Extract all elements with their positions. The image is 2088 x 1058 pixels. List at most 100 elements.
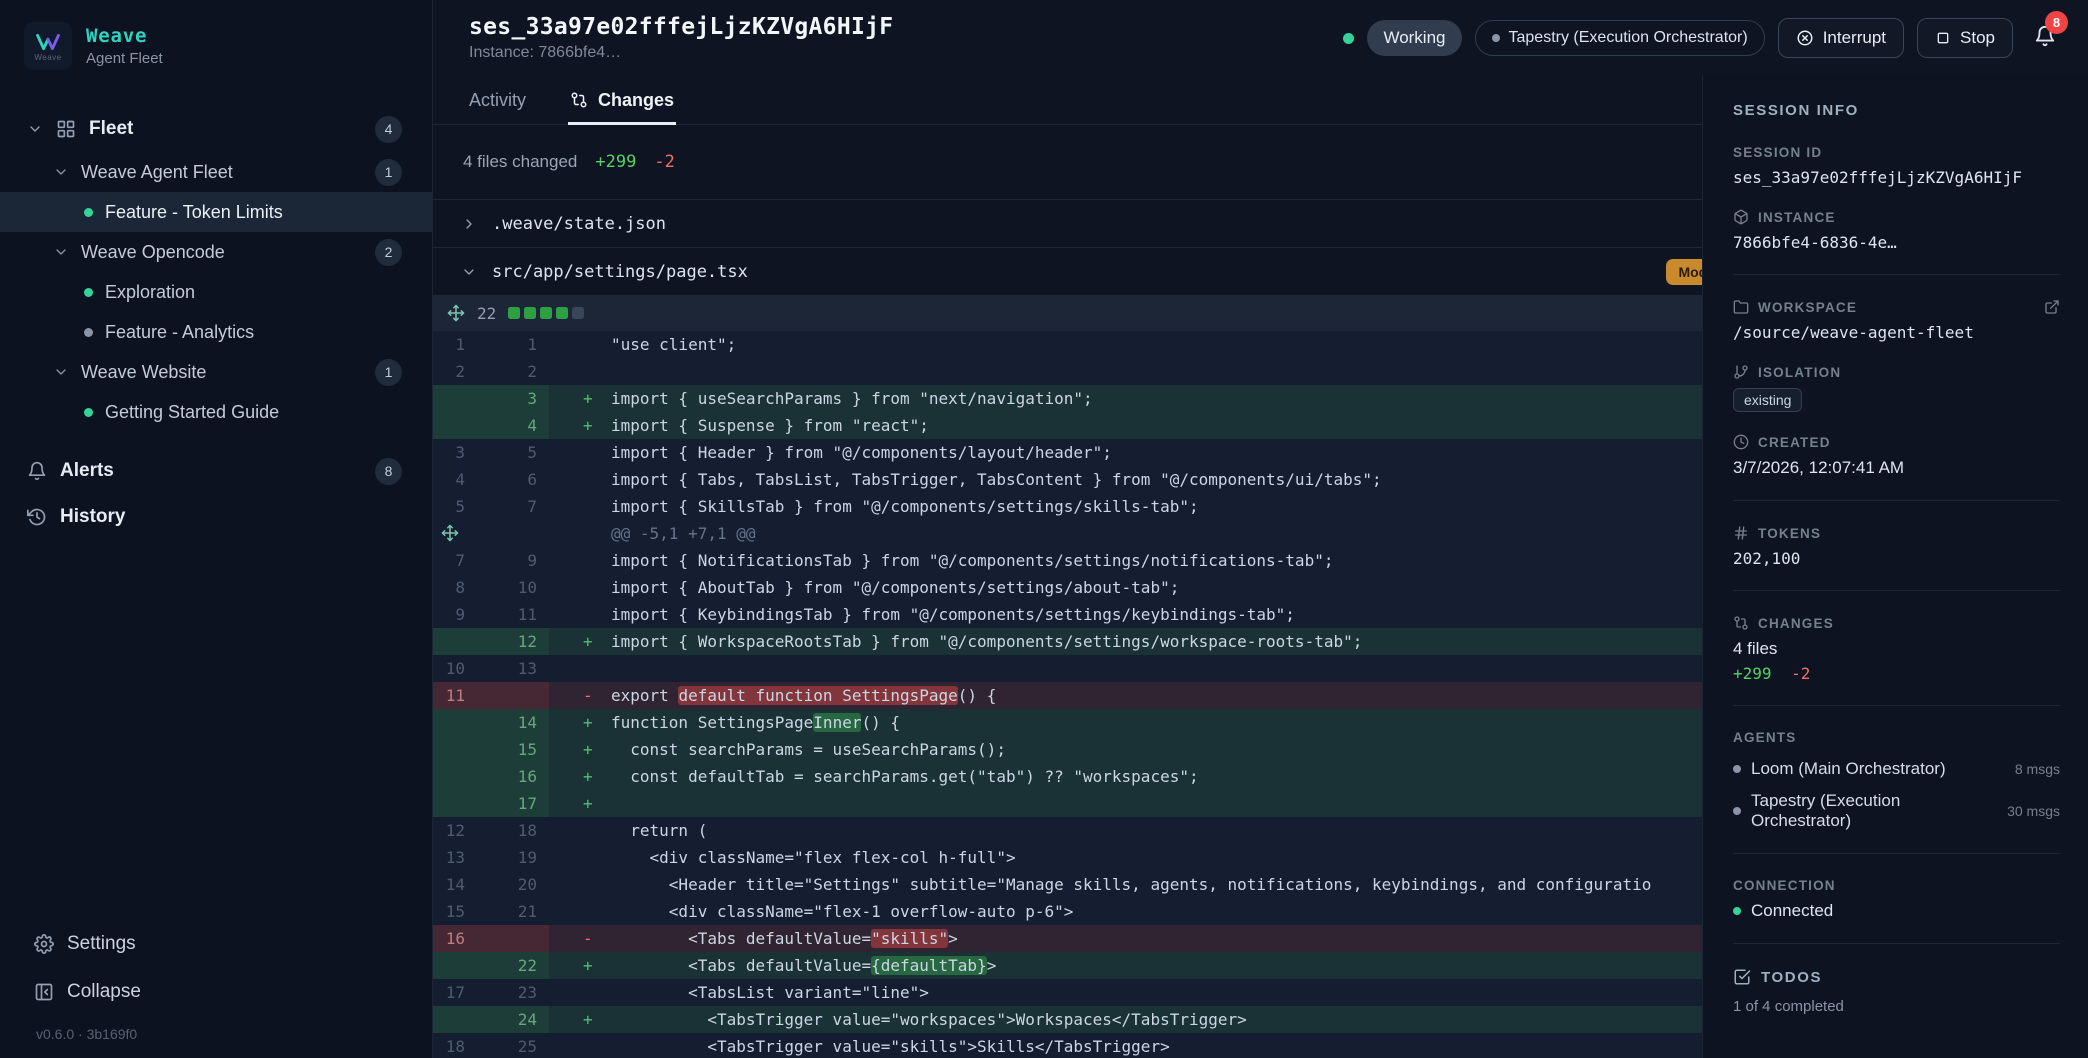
connection-value: Connected [1751, 901, 1833, 921]
instance-value: 7866bfe4-6836-4e… [1733, 233, 2060, 252]
folder-icon [1733, 299, 1749, 315]
notifications-bell[interactable]: 8 [2034, 25, 2060, 51]
chevron-down-icon[interactable] [53, 244, 69, 260]
sidebar-item-label: Feature - Token Limits [105, 202, 283, 223]
file-name: src/app/settings/page.tsx [492, 262, 748, 282]
old-line-number: 16 [433, 925, 477, 952]
divider [1733, 853, 2060, 854]
status-dot [84, 408, 93, 417]
session-info-title: SESSION INFO [1733, 102, 2060, 119]
chevron-down-icon[interactable] [53, 164, 69, 180]
new-line-number: 7 [477, 493, 549, 520]
diff-line-ctx: 35import { Header } from "@/components/l… [433, 439, 1702, 466]
tabs-bar: Activity Changes [433, 76, 1702, 125]
sidebar-item-label: Getting Started Guide [105, 402, 279, 423]
sidebar-item-history[interactable]: History [0, 494, 432, 540]
diff-stat-square [556, 307, 568, 319]
weave-logo: Weave [24, 22, 72, 70]
move-icon[interactable] [441, 524, 459, 542]
changes-deletions: -2 [1791, 664, 1810, 683]
diff-stat-square [508, 307, 520, 319]
diff-line-ctx: 1319 <div className="flex flex-col h-ful… [433, 844, 1702, 871]
diff-line-add: 15+ const searchParams = useSearchParams… [433, 736, 1702, 763]
field-changes: CHANGES 4 files +299 -2 [1733, 615, 2060, 683]
stop-button[interactable]: Stop [1917, 18, 2013, 58]
sidebar-item[interactable]: Feature - Token Limits [0, 192, 432, 232]
todos-label: TODOS [1761, 969, 1822, 986]
interrupt-button[interactable]: Interrupt [1778, 18, 1904, 58]
field-created: CREATED 3/7/2026, 12:07:41 AM [1733, 434, 2060, 478]
notification-count-badge: 8 [2045, 11, 2068, 34]
agent-dot [1733, 765, 1741, 773]
code-line: <TabsTrigger value="skills">Skills</Tabs… [611, 1033, 1702, 1058]
old-line-number: 1 [433, 331, 477, 358]
new-line-number [477, 925, 549, 952]
field-instance: INSTANCE 7866bfe4-6836-4e… [1733, 209, 2060, 252]
todos-progress: 1 of 4 completed [1733, 998, 2060, 1015]
old-line-number: 7 [433, 547, 477, 574]
code-line: return ( [611, 817, 1702, 844]
agent-dot [1733, 807, 1741, 815]
brand: Weave Weave Agent Fleet [0, 0, 432, 80]
chevron-down-icon [461, 264, 477, 280]
sidebar-item[interactable]: Weave Opencode2 [0, 232, 432, 272]
old-line-number: 12 [433, 817, 477, 844]
app-subtitle: Agent Fleet [86, 50, 163, 67]
diff-stat-square [572, 307, 584, 319]
history-label: History [60, 506, 125, 528]
divider [1733, 500, 2060, 501]
sidebar-item[interactable]: Getting Started Guide [0, 392, 432, 432]
code-line: const searchParams = useSearchParams(); [611, 736, 1702, 763]
field-session-id: SESSION ID ses_33a97e02fffejLjzKZVgA6HIj… [1733, 145, 2060, 187]
deletions-count: -2 [654, 152, 674, 172]
old-line-number [433, 763, 477, 790]
sidebar-item[interactable]: Feature - Analytics [0, 312, 432, 352]
tab-activity[interactable]: Activity [469, 76, 526, 124]
agent-name: Tapestry (Execution Orchestrator) [1751, 791, 1997, 831]
code-line: <div className="flex-1 overflow-auto p-6… [611, 898, 1702, 925]
app-window: Weave Weave Agent Fleet Fleet 4 Weave Ag… [0, 0, 2088, 1058]
clock-icon [1733, 434, 1749, 450]
code-line: <Header title="Settings" subtitle="Manag… [611, 871, 1702, 898]
new-line-number: 14 [477, 709, 549, 736]
sidebar-item-fleet[interactable]: Fleet 4 [0, 106, 432, 152]
new-line-number: 20 [477, 871, 549, 898]
new-line-number: 17 [477, 790, 549, 817]
old-line-number: 2 [433, 358, 477, 385]
session-header: ses_33a97e02fffejLjzKZVgA6HIjF Instance:… [433, 0, 2088, 76]
old-line-number: 9 [433, 601, 477, 628]
diff-line-ctx: 1420 <Header title="Settings" subtitle="… [433, 871, 1702, 898]
sidebar-bottom: Settings Collapse v0.6.0 · 3b169f0 [0, 920, 432, 1058]
sidebar-item-collapse[interactable]: Collapse [0, 968, 432, 1016]
sidebar-item[interactable]: Weave Agent Fleet1 [0, 152, 432, 192]
sidebar-item-settings[interactable]: Settings [0, 920, 432, 968]
field-connection: CONNECTION Connected [1733, 878, 2060, 921]
sidebar-item[interactable]: Weave Website1 [0, 352, 432, 392]
file-row-collapsed[interactable]: .weave/state.json [433, 199, 1702, 247]
diff-line-ctx: 46import { Tabs, TabsList, TabsTrigger, … [433, 466, 1702, 493]
code-line: import { Header } from "@/components/lay… [611, 439, 1702, 466]
file-row-expanded[interactable]: src/app/settings/page.tsx Modified [433, 247, 1702, 295]
code-line: import { Suspense } from "react"; [611, 412, 1702, 439]
new-line-number: 5 [477, 439, 549, 466]
old-line-number [433, 790, 477, 817]
chevron-down-icon[interactable] [53, 364, 69, 380]
sidebar-item[interactable]: Exploration [0, 272, 432, 312]
additions-count: +299 [595, 152, 636, 172]
code-line: const defaultTab = searchParams.get("tab… [611, 763, 1702, 790]
stop-icon [1935, 30, 1951, 46]
code-line: <Tabs defaultValue={defaultTab}> [611, 952, 1702, 979]
move-icon[interactable] [447, 304, 465, 322]
changes-additions: +299 [1733, 664, 1772, 683]
new-line-number: 22 [477, 952, 549, 979]
connection-status-dot [1733, 907, 1741, 915]
count-badge: 8 [375, 458, 402, 485]
new-line-number: 18 [477, 817, 549, 844]
tab-changes[interactable]: Changes [570, 76, 674, 124]
sidebar-item-alerts[interactable]: Alerts 8 [0, 448, 432, 494]
old-line-number [433, 412, 477, 439]
collapse-label: Collapse [67, 981, 141, 1003]
external-link-icon[interactable] [2044, 299, 2060, 315]
count-badge: 1 [375, 359, 402, 386]
collapse-panel-icon [34, 982, 54, 1002]
